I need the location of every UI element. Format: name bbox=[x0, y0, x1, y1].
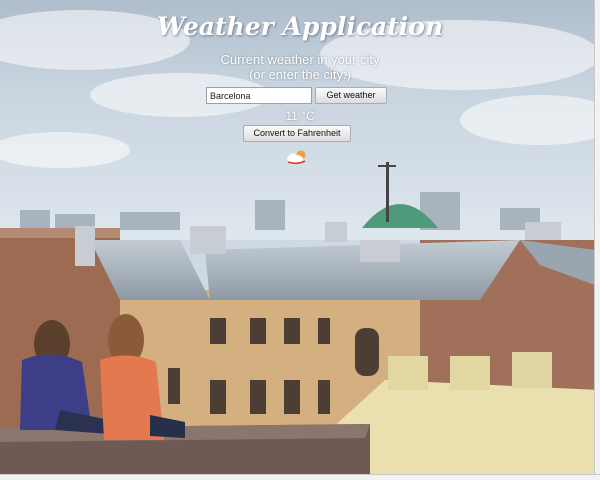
subtitle: Current weather in your city (or enter t… bbox=[0, 52, 600, 82]
get-weather-button[interactable]: Get weather bbox=[315, 87, 387, 104]
city-input[interactable] bbox=[206, 87, 312, 104]
convert-fahrenheit-button[interactable]: Convert to Fahrenheit bbox=[243, 125, 351, 142]
temperature-readout: 11 °C bbox=[285, 109, 315, 123]
app-overlay: Weather Application Current weather in y… bbox=[0, 0, 600, 480]
app-title: Weather Application bbox=[156, 12, 444, 41]
partly-cloudy-icon bbox=[287, 150, 306, 165]
subtitle-line-1: Current weather in your city bbox=[220, 52, 380, 67]
window-edge-bottom bbox=[0, 474, 600, 480]
window-edge-right bbox=[594, 0, 600, 480]
subtitle-line-2: (or enter the city:) bbox=[249, 67, 351, 82]
